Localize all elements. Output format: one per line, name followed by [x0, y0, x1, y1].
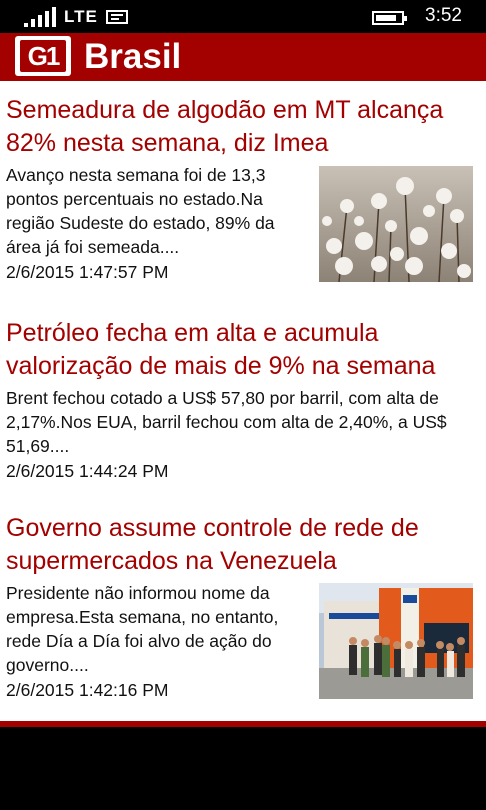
- news-list[interactable]: Semeadura de algodão em MT alcança 82% n…: [0, 81, 486, 721]
- signal-strength-icon: [24, 7, 58, 27]
- bottom-area: [0, 727, 486, 810]
- app-header: G1 Brasil: [0, 33, 486, 81]
- news-summary: Avanço nesta semana foi de 13,3 pontos p…: [6, 165, 275, 257]
- message-icon: [106, 10, 128, 24]
- app-title: Brasil: [84, 37, 182, 76]
- battery-icon: [372, 11, 407, 25]
- news-item[interactable]: Semeadura de algodão em MT alcança 82% n…: [6, 94, 480, 284]
- news-item[interactable]: Petróleo fecha em alta e acumula valoriz…: [6, 317, 480, 483]
- supermarket-storefront-photo[interactable]: [319, 583, 473, 699]
- news-summary: Presidente não informou nome da empresa.…: [6, 583, 279, 675]
- news-headline[interactable]: Governo assume controle de rede de super…: [6, 512, 480, 578]
- news-summary: Brent fechou cotado a US$ 57,80 por barr…: [6, 388, 447, 456]
- cotton-plants-photo[interactable]: [319, 166, 473, 282]
- status-bar: LTE 3:52: [0, 0, 486, 33]
- news-headline[interactable]: Petróleo fecha em alta e acumula valoriz…: [6, 317, 480, 383]
- g1-logo: G1: [15, 36, 71, 76]
- news-item[interactable]: Governo assume controle de rede de super…: [6, 512, 480, 702]
- news-date: 2/6/2015 1:44:24 PM: [6, 461, 169, 481]
- status-time: 3:52: [425, 5, 462, 26]
- news-headline[interactable]: Semeadura de algodão em MT alcança 82% n…: [6, 94, 480, 160]
- network-type: LTE: [64, 7, 98, 26]
